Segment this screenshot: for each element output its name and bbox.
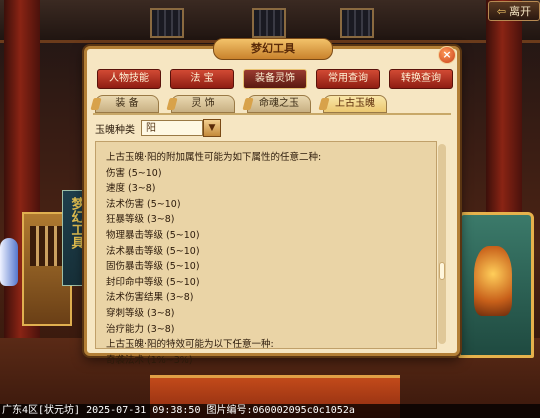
sub-tab-bar: 装 备 灵 饰 命魂之玉 上古玉魄: [95, 95, 387, 113]
subtab-ancient-jade[interactable]: 上古玉魄: [323, 95, 387, 113]
panel-title: 梦幻工具: [213, 38, 333, 60]
subtab-equipment[interactable]: 装 备: [95, 95, 159, 113]
subtab-accessories[interactable]: 灵 饰: [171, 95, 235, 113]
jade-type-select[interactable]: 阳: [141, 120, 203, 136]
tab-magic-treasure[interactable]: 法 宝: [170, 69, 234, 89]
dream-tools-panel: 梦幻工具 × 人物技能 法 宝 装备灵饰 常用查询 转换查询 装 备 灵 饰 命…: [84, 38, 460, 366]
info-line: 穿刺等级 (3~8): [106, 307, 175, 319]
info-line: 治疗能力 (3~8): [106, 323, 175, 335]
attribute-info-box: 上古玉魄·阳的附加属性可能为如下属性的任意二种: 伤害 (5~10) 速度 (3…: [95, 141, 446, 366]
info-line: 法术暴击等级 (5~10): [106, 245, 200, 257]
exit-door-icon: ⇦: [496, 4, 507, 18]
info-line: 封印命中等级 (5~10): [106, 276, 200, 288]
scrollbar[interactable]: [438, 144, 446, 344]
lattice-window: [252, 8, 286, 38]
info-line: 上古玉魄·阳的特效可能为以下任意一种:: [106, 339, 274, 351]
leave-label: 离开: [509, 5, 532, 18]
info-line: 狂暴等级 (3~8): [106, 214, 175, 226]
tab-equipment-accessories[interactable]: 装备灵饰: [243, 69, 307, 89]
tab-common-query[interactable]: 常用查询: [316, 69, 380, 89]
jade-type-label: 玉魄种类: [95, 124, 135, 136]
lattice-window: [340, 8, 374, 38]
lattice-window: [150, 8, 184, 38]
info-line: 物理暴击等级 (5~10): [106, 229, 200, 241]
info-line: 奇袭法术 (1%~3%): [106, 354, 193, 366]
close-icon[interactable]: ×: [438, 46, 456, 64]
subtab-soul-jade[interactable]: 命魂之玉: [247, 95, 311, 113]
info-line: 上古玉魄·阳的附加属性可能为如下属性的任意二种:: [106, 152, 322, 163]
dragon-ornament: [474, 246, 512, 316]
chevron-down-icon[interactable]: ▼: [203, 119, 221, 137]
divider: [93, 113, 451, 115]
porcelain-vase: [0, 238, 18, 286]
tab-character-skills[interactable]: 人物技能: [97, 69, 161, 89]
info-line: 法术伤害 (5~10): [106, 198, 181, 210]
info-line: 速度 (3~8): [106, 183, 156, 195]
info-line: 伤害 (5~10): [106, 167, 162, 179]
jade-type-row: 玉魄种类 阳 ▼: [95, 119, 221, 137]
top-tab-bar: 人物技能 法 宝 装备灵饰 常用查询 转换查询: [97, 69, 453, 89]
info-line: 固伤暴击等级 (5~10): [106, 261, 200, 273]
banner-text: 梦幻工具: [68, 197, 84, 249]
screenshot-footer: 广东4区[状元坊] 2025-07-31 09:38:50 图片编号:06000…: [0, 404, 540, 418]
leave-button[interactable]: ⇦ 离开: [488, 1, 540, 21]
tab-conversion-query[interactable]: 转换查询: [389, 69, 453, 89]
info-line: 法术伤害结果 (3~8): [106, 292, 194, 304]
